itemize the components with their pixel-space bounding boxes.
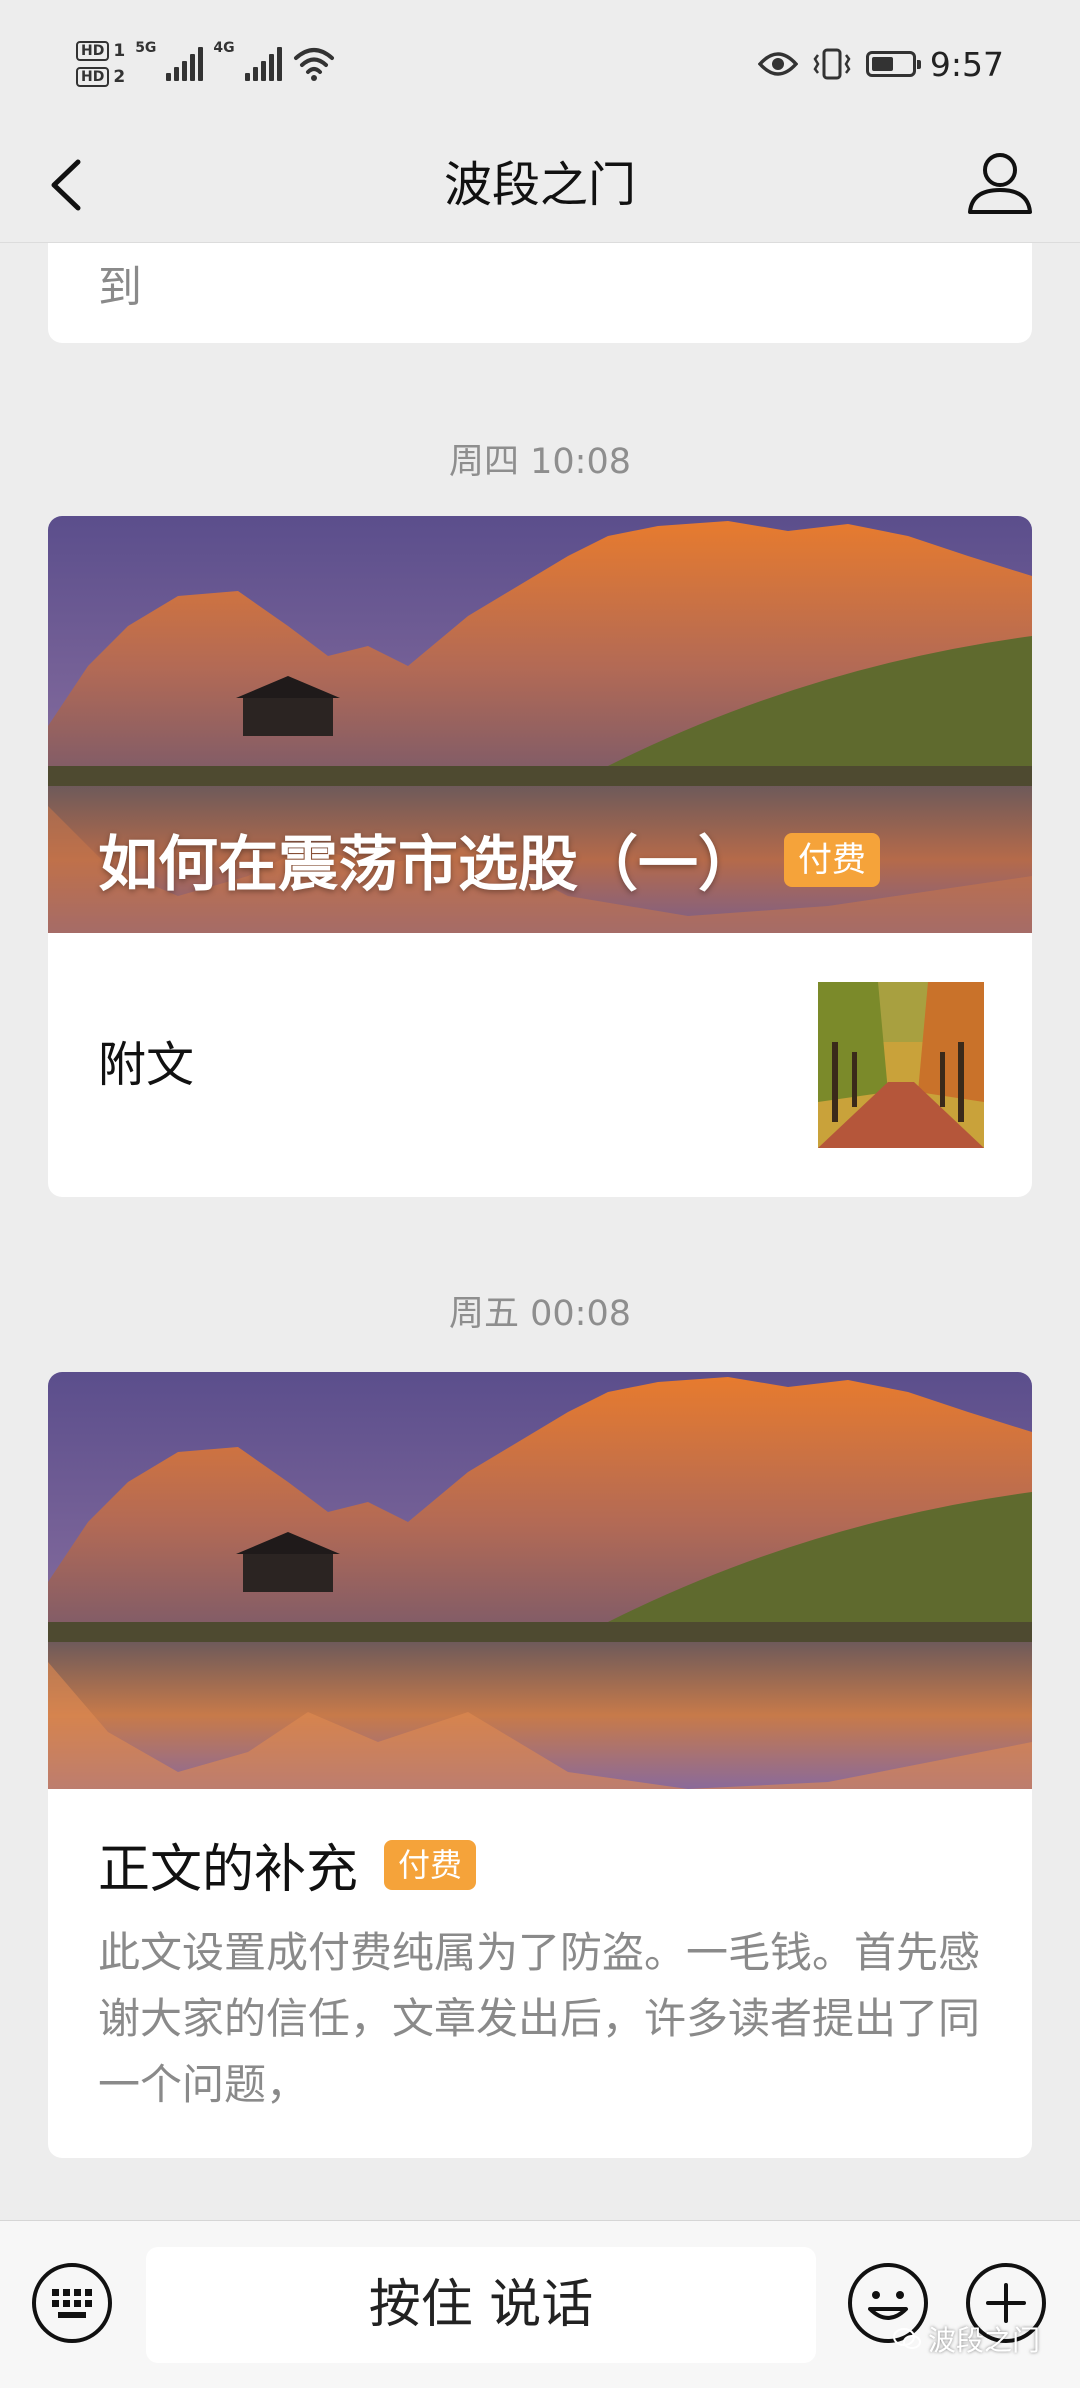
previous-article-snippet: 到 bbox=[98, 262, 142, 313]
article-title-row: 正文的补充 付费 bbox=[98, 1827, 982, 1902]
sub-article-thumbnail bbox=[818, 982, 984, 1148]
hold-to-talk-button[interactable]: 按住 说话 bbox=[146, 2247, 816, 2363]
article-card[interactable]: 正文的补充 付费 此文设置成付费纯属为了防盗。一毛钱。首先感谢大家的信任，文章发… bbox=[48, 1372, 1032, 2158]
status-left: HD 1 HD 2 5G 4G bbox=[76, 34, 336, 94]
hd-indicators: HD 1 HD 2 bbox=[76, 41, 125, 87]
timestamp: 周五 00:08 bbox=[449, 1294, 631, 1334]
article-title: 正文的补充 bbox=[98, 1840, 359, 1900]
signal-1-icon bbox=[166, 47, 204, 81]
battery-icon bbox=[865, 51, 921, 77]
message-feed[interactable]: 到 周四 10:08 如何在震荡市选股（一） 付费 附文 周五 00:08 正文… bbox=[0, 243, 1080, 2220]
cover-title-text: 如何在震荡市选股（一） bbox=[98, 830, 758, 900]
hd2-indicator: HD 2 bbox=[76, 67, 125, 87]
watermark: 波段之门 bbox=[892, 2319, 1040, 2359]
hd1-indicator: HD 1 bbox=[76, 41, 125, 61]
status-bar: HD 1 HD 2 5G 4G 9:57 bbox=[0, 0, 1080, 128]
cover-image[interactable]: 如何在震荡市选股（一） 付费 bbox=[48, 516, 1032, 933]
input-bar: 按住 说话 波段之门 bbox=[0, 2220, 1080, 2388]
signal-2-icon bbox=[244, 47, 282, 81]
sub-article-title: 附文 bbox=[98, 1037, 195, 1093]
page-title: 波段之门 bbox=[443, 157, 636, 213]
clock: 9:57 bbox=[929, 44, 1004, 84]
network-4g-label: 4G bbox=[213, 40, 235, 56]
timestamp: 周四 10:08 bbox=[449, 442, 631, 482]
cover-title: 如何在震荡市选股（一） 付费 bbox=[98, 816, 880, 903]
mountain-lake-image bbox=[48, 1372, 1032, 1789]
article-description: 此文设置成付费纯属为了防盗。一毛钱。首先感谢大家的信任，文章发出后，许多读者提出… bbox=[98, 1928, 981, 2109]
screen: HD 1 HD 2 5G 4G 9:57 波段之门 到 周四 10:08 如何在… bbox=[0, 0, 1080, 2388]
previous-article-card[interactable]: 到 bbox=[48, 243, 1032, 343]
wechat-icon bbox=[892, 2328, 921, 2349]
vibrate-icon bbox=[813, 48, 851, 80]
keyboard-button[interactable] bbox=[30, 2261, 114, 2345]
autumn-road-image bbox=[818, 982, 984, 1148]
paid-badge: 付费 bbox=[784, 832, 880, 887]
person-icon bbox=[968, 153, 1032, 214]
eye-icon bbox=[757, 52, 798, 76]
sub-article-row[interactable]: 附文 bbox=[48, 933, 1032, 1197]
keyboard-icon bbox=[32, 2263, 112, 2343]
status-right: 9:57 bbox=[757, 40, 1004, 88]
nav-bar: 波段之门 bbox=[0, 128, 1080, 243]
watermark-text: 波段之门 bbox=[927, 2324, 1040, 2357]
network-5g-label: 5G bbox=[135, 40, 157, 56]
paid-badge: 付费 bbox=[384, 1839, 477, 1890]
article-card[interactable]: 如何在震荡市选股（一） 付费 附文 bbox=[48, 516, 1032, 1197]
cover-image[interactable] bbox=[48, 1372, 1032, 1789]
article-body: 正文的补充 付费 此文设置成付费纯属为了防盗。一毛钱。首先感谢大家的信任，文章发… bbox=[48, 1789, 1032, 2158]
profile-button[interactable] bbox=[960, 144, 1040, 224]
wifi-icon bbox=[293, 48, 334, 81]
